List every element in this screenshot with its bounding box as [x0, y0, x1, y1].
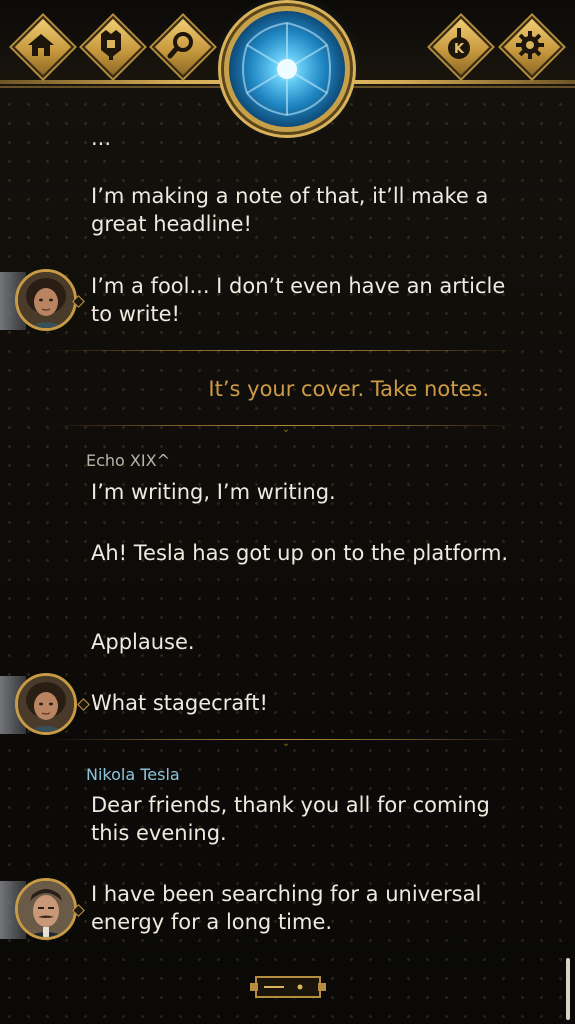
separator-chevron-icon: ⌄ — [281, 424, 291, 435]
speaker-name-echo: Echo XIX^ — [86, 451, 170, 470]
portrait-marker — [77, 698, 90, 711]
player-reply[interactable]: It’s your cover. Take notes. — [69, 375, 489, 403]
separator — [50, 350, 520, 351]
scrollbar[interactable] — [566, 958, 570, 1020]
message-ellipsis: ... — [91, 126, 112, 150]
message-writing: I’m writing, I’m writing. — [91, 480, 336, 504]
message-fool: I’m a fool... I don’t even have an artic… — [91, 274, 506, 326]
message-friends: Dear friends, thank you all for coming t… — [91, 793, 490, 845]
message-applause: Applause. — [91, 630, 195, 654]
continue-handle[interactable] — [250, 973, 326, 1001]
message-note: I’m making a note of that, it’ll make a … — [91, 184, 489, 236]
chat-log[interactable]: ... I’m making a note of that, it’ll mak… — [0, 0, 575, 1024]
journalist-portrait — [15, 673, 77, 735]
journalist-portrait — [15, 269, 77, 331]
separator-chevron-icon: ⌄ — [281, 738, 291, 749]
tesla-portrait — [15, 878, 77, 940]
message-energy: I have been searching for a universal en… — [91, 882, 482, 934]
message-platform: Ah! Tesla has got up on to the platform. — [91, 541, 509, 565]
message-stagecraft: What stagecraft! — [91, 691, 268, 715]
speaker-name-tesla: Nikola Tesla — [86, 765, 180, 784]
